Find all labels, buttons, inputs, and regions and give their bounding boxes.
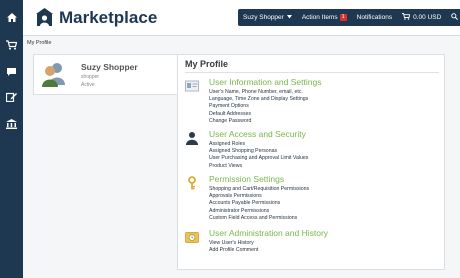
- user-menu-label: Suzy Shopper: [243, 14, 284, 21]
- section-title[interactable]: User Information and Settings: [209, 77, 321, 87]
- section-link[interactable]: Default Addresses: [209, 111, 308, 118]
- section-links: Shopping and Cart/Requisition Permission…: [209, 186, 309, 222]
- breadcrumb: My Profile: [27, 40, 52, 46]
- profile-card: Suzy Shopper shopper Active: [33, 54, 188, 95]
- cart-amount: 0.00 USD: [413, 14, 442, 21]
- section-link[interactable]: Assigned Shopping Personas: [209, 148, 308, 155]
- section-title[interactable]: User Access and Security: [209, 129, 306, 139]
- section-link[interactable]: Custom Field Access and Permissions: [209, 215, 309, 222]
- search-button[interactable]: [446, 9, 460, 26]
- bank-icon[interactable]: [0, 113, 23, 135]
- id-card-icon: [185, 79, 199, 93]
- section-link[interactable]: Accounts Payable Permissions: [209, 200, 309, 207]
- section-title[interactable]: Permission Settings: [209, 174, 284, 184]
- action-items-link[interactable]: Action Items 1: [297, 9, 352, 26]
- section-link[interactable]: Shopping and Cart/Requisition Permission…: [209, 186, 309, 193]
- section-link[interactable]: User's Name, Phone Number, email, etc.: [209, 89, 308, 96]
- top-nav: Suzy Shopper Action Items 1 Notification…: [238, 9, 460, 26]
- left-rail: [0, 0, 23, 278]
- section-link[interactable]: Change Password: [209, 118, 308, 125]
- main-area: Marketplace Suzy Shopper Action Items 1 …: [23, 0, 460, 278]
- home-icon[interactable]: [0, 6, 23, 28]
- chat-icon[interactable]: [0, 61, 23, 83]
- section-links: Assigned Roles Assigned Shopping Persona…: [209, 141, 308, 170]
- edit-icon[interactable]: [0, 86, 23, 108]
- panel-title: My Profile: [185, 59, 229, 69]
- user-menu[interactable]: Suzy Shopper: [238, 9, 297, 26]
- section-link[interactable]: Add Profile Comment: [209, 247, 258, 254]
- cart-icon: [402, 13, 411, 22]
- section-link[interactable]: Payment Options: [209, 103, 308, 110]
- profile-role: shopper: [81, 74, 100, 80]
- cart-icon[interactable]: [0, 34, 23, 56]
- history-folder-icon: [185, 230, 199, 244]
- chevron-down-icon: [286, 14, 292, 21]
- notifications-label: Notifications: [356, 14, 393, 21]
- section-link[interactable]: User Purchasing and Approval Limit Value…: [209, 155, 308, 162]
- avatar: [42, 61, 66, 87]
- section-link[interactable]: View User's History: [209, 240, 258, 247]
- section-title[interactable]: User Administration and History: [209, 228, 328, 238]
- app-header: Marketplace Suzy Shopper Action Items 1 …: [23, 0, 460, 36]
- cart-link[interactable]: 0.00 USD: [397, 9, 446, 26]
- key-icon: [185, 176, 199, 190]
- section-link[interactable]: Language, Time Zone and Display Settings: [209, 96, 308, 103]
- section-link[interactable]: Assigned Roles: [209, 141, 308, 148]
- section-link[interactable]: Product Views: [209, 163, 308, 170]
- section-links: View User's History Add Profile Comment: [209, 240, 258, 254]
- search-icon: [451, 13, 459, 22]
- panel-divider: [185, 72, 439, 73]
- section-link[interactable]: Approvals Permissions: [209, 193, 309, 200]
- user-silhouette-icon: [185, 131, 199, 145]
- action-items-badge: 1: [339, 14, 347, 21]
- section-link[interactable]: Administrator Permissions: [209, 208, 309, 215]
- profile-status: Active: [81, 82, 95, 88]
- my-profile-panel: My Profile User Information and Settings…: [177, 54, 445, 270]
- app-title: Marketplace: [59, 8, 158, 27]
- action-items-label: Action Items: [301, 14, 338, 21]
- section-links: User's Name, Phone Number, email, etc. L…: [209, 89, 308, 125]
- marketplace-logo-icon: [35, 7, 54, 27]
- profile-name: Suzy Shopper: [81, 62, 138, 72]
- notifications-link[interactable]: Notifications: [352, 9, 397, 26]
